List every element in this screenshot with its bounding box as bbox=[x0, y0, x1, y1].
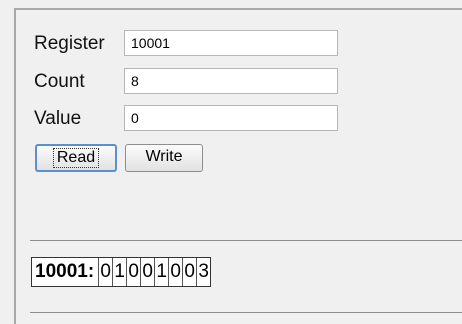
read-button-label: Read bbox=[52, 148, 100, 168]
divider-bottom bbox=[30, 312, 462, 313]
result-bit: 0 bbox=[98, 258, 112, 286]
divider-top bbox=[30, 240, 462, 241]
panel-border-left bbox=[14, 8, 16, 324]
result-bit: 0 bbox=[126, 258, 140, 286]
value-label: Value bbox=[34, 108, 82, 129]
count-input[interactable] bbox=[124, 68, 338, 94]
write-button[interactable]: Write bbox=[125, 144, 203, 172]
value-input[interactable] bbox=[124, 105, 338, 131]
register-label: Register bbox=[34, 33, 105, 54]
result-bit: 0 bbox=[182, 258, 196, 286]
result-bit: 3 bbox=[196, 258, 210, 286]
read-button[interactable]: Read bbox=[35, 144, 117, 172]
panel-border-top bbox=[14, 8, 462, 10]
result-register-key: 10001: bbox=[35, 261, 95, 282]
result-bit: 1 bbox=[112, 258, 126, 286]
result-bit: 0 bbox=[168, 258, 182, 286]
result-bit: 1 bbox=[154, 258, 168, 286]
register-input[interactable] bbox=[124, 30, 338, 56]
result-bit: 0 bbox=[140, 258, 154, 286]
result-row: 10001: 0 1 0 0 1 0 0 3 bbox=[31, 257, 212, 287]
count-label: Count bbox=[34, 71, 85, 92]
